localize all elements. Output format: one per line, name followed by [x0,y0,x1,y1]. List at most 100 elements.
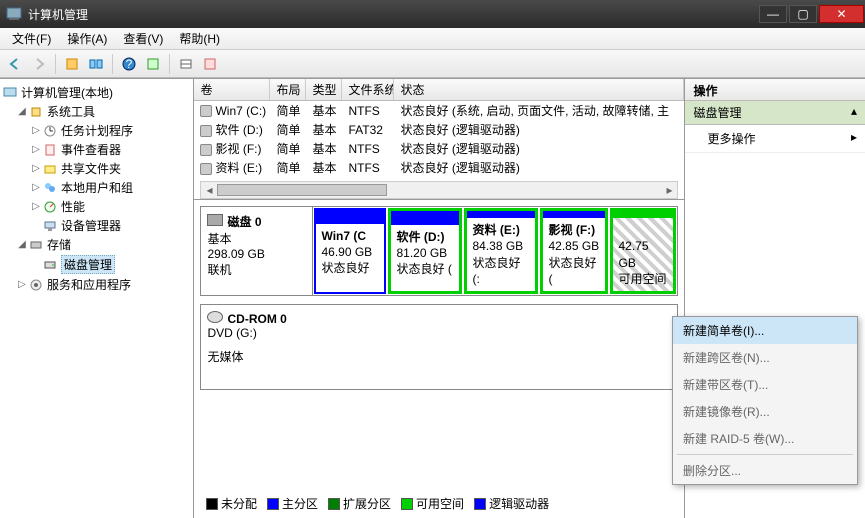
cdrom-row[interactable]: CD-ROM 0 DVD (G:) 无媒体 [200,304,678,390]
volume-row[interactable]: 影视 (F:) 简单 基本 NTFS 状态良好 (逻辑驱动器) [194,139,684,158]
toolbar-icon-2[interactable] [85,53,107,75]
expand-icon[interactable]: ▷ [16,279,28,290]
volume-icon [200,105,212,117]
chevron-right-icon: ▸ [851,130,857,147]
horizontal-scrollbar[interactable]: ◂ ▸ [200,181,678,199]
partition-d[interactable]: 软件 (D:)81.20 GB状态良好 ( [388,208,462,294]
legend-swatch [401,498,413,510]
scroll-thumb[interactable] [217,184,387,196]
volume-icon [200,163,212,175]
tree-services[interactable]: ▷ 服务和应用程序 [2,275,191,294]
volume-icon [200,125,212,137]
ctx-new-striped-volume[interactable]: 新建带区卷(T)... [673,371,857,398]
tree-devicemgr[interactable]: 设备管理器 [2,216,191,235]
menu-action[interactable]: 操作(A) [59,28,115,49]
actions-section[interactable]: 磁盘管理 ▴ [685,101,865,125]
tree-localusers[interactable]: ▷ 本地用户和组 [2,178,191,197]
svg-text:?: ? [126,57,133,71]
toolbar-icon-1[interactable] [61,53,83,75]
collapse-icon[interactable]: ◢ [16,106,28,117]
event-icon [42,142,58,158]
partition-free[interactable]: 42.75 GB可用空间 [610,208,676,294]
close-button[interactable]: ✕ [819,5,864,23]
back-button[interactable] [4,53,26,75]
toolbar-icon-5[interactable] [199,53,221,75]
toolbar: ? [0,50,865,78]
center-pane: 卷 布局 类型 文件系统 状态 Win7 (C:) 简单 基本 NTFS 状态良… [194,79,685,518]
tree-performance[interactable]: ▷ 性能 [2,197,191,216]
ctx-new-spanned-volume[interactable]: 新建跨区卷(N)... [673,344,857,371]
disk-icon [42,257,58,273]
tree-storage[interactable]: ◢ 存储 [2,235,191,254]
legend-swatch [267,498,279,510]
menu-view[interactable]: 查看(V) [115,28,171,49]
storage-icon [28,237,44,253]
ctx-new-raid5-volume[interactable]: 新建 RAID-5 卷(W)... [673,425,857,452]
disk0-info: 磁盘 0 基本 298.09 GB 联机 [201,207,313,295]
cdrom-icon [207,311,223,323]
partition-bar [391,211,459,225]
clock-icon [42,123,58,139]
forward-button[interactable] [28,53,50,75]
partition-c[interactable]: Win7 (C46.90 GB状态良好 [314,208,386,294]
cdrom-info: CD-ROM 0 DVD (G:) 无媒体 [201,305,677,389]
collapse-icon[interactable]: ▴ [851,104,857,121]
app-icon [6,6,22,22]
legend-swatch [474,498,486,510]
partition-f[interactable]: 影视 (F:)42.85 GB状态良好 ( [540,208,608,294]
users-icon [42,180,58,196]
tools-icon [28,104,44,120]
minimize-button[interactable]: — [759,5,787,23]
legend-swatch [206,498,218,510]
volume-list: Win7 (C:) 简单 基本 NTFS 状态良好 (系统, 启动, 页面文件,… [194,101,684,177]
tree-sharedfolders[interactable]: ▷ 共享文件夹 [2,159,191,178]
tree-eventviewer[interactable]: ▷ 事件查看器 [2,140,191,159]
context-menu: 新建简单卷(I)... 新建跨区卷(N)... 新建带区卷(T)... 新建镜像… [672,316,858,485]
expand-icon[interactable]: ▷ [30,125,42,136]
partition-bar [613,211,673,218]
partition-bar [316,210,384,224]
services-icon [28,277,44,293]
expand-icon[interactable]: ▷ [30,163,42,174]
expand-icon[interactable]: ▷ [30,201,42,212]
col-type[interactable]: 类型 [306,79,342,100]
partition-e[interactable]: 资料 (E:)84.38 GB状态良好 (: [464,208,538,294]
titlebar: 计算机管理 — ▢ ✕ [0,0,865,28]
scroll-left-icon[interactable]: ◂ [201,183,217,197]
ctx-new-mirrored-volume[interactable]: 新建镜像卷(R)... [673,398,857,425]
legend: 未分配 主分区 扩展分区 可用空间 逻辑驱动器 [202,493,553,514]
expand-icon[interactable]: ▷ [30,182,42,193]
expand-icon[interactable]: ▷ [30,144,42,155]
maximize-button[interactable]: ▢ [789,5,817,23]
ctx-new-simple-volume[interactable]: 新建简单卷(I)... [673,317,857,344]
help-button[interactable]: ? [118,53,140,75]
ctx-delete-partition[interactable]: 删除分区... [673,457,857,484]
volume-row[interactable]: Win7 (C:) 简单 基本 NTFS 状态良好 (系统, 启动, 页面文件,… [194,101,684,120]
tree-diskmgmt[interactable]: 磁盘管理 [2,254,191,275]
scroll-right-icon[interactable]: ▸ [661,183,677,197]
volume-row[interactable]: 软件 (D:) 简单 基本 FAT32 状态良好 (逻辑驱动器) [194,120,684,139]
menu-file[interactable]: 文件(F) [4,28,59,49]
toolbar-icon-3[interactable] [142,53,164,75]
actions-more[interactable]: 更多操作 ▸ [685,125,865,153]
collapse-icon[interactable]: ◢ [16,239,28,250]
menubar: 文件(F) 操作(A) 查看(V) 帮助(H) [0,28,865,50]
window-title: 计算机管理 [28,6,88,23]
volume-row[interactable]: 资料 (E:) 简单 基本 NTFS 状态良好 (逻辑驱动器) [194,158,684,177]
sharedfolder-icon [42,161,58,177]
tree-root[interactable]: 计算机管理(本地) [2,83,191,102]
col-layout[interactable]: 布局 [270,79,306,100]
partition-bar [467,211,535,218]
col-fs[interactable]: 文件系统 [342,79,394,100]
tree-taskscheduler[interactable]: ▷ 任务计划程序 [2,121,191,140]
col-status[interactable]: 状态 [394,79,684,100]
disk-graphical-view: 磁盘 0 基本 298.09 GB 联机 Win7 (C46.90 GB状态良好… [194,199,684,398]
disk0-row[interactable]: 磁盘 0 基本 298.09 GB 联机 Win7 (C46.90 GB状态良好… [200,206,678,296]
col-volume[interactable]: 卷 [194,79,270,100]
disk-icon [207,214,223,226]
computer-icon [2,85,18,101]
tree-systools[interactable]: ◢ 系统工具 [2,102,191,121]
toolbar-icon-4[interactable] [175,53,197,75]
menu-help[interactable]: 帮助(H) [171,28,228,49]
legend-swatch [328,498,340,510]
